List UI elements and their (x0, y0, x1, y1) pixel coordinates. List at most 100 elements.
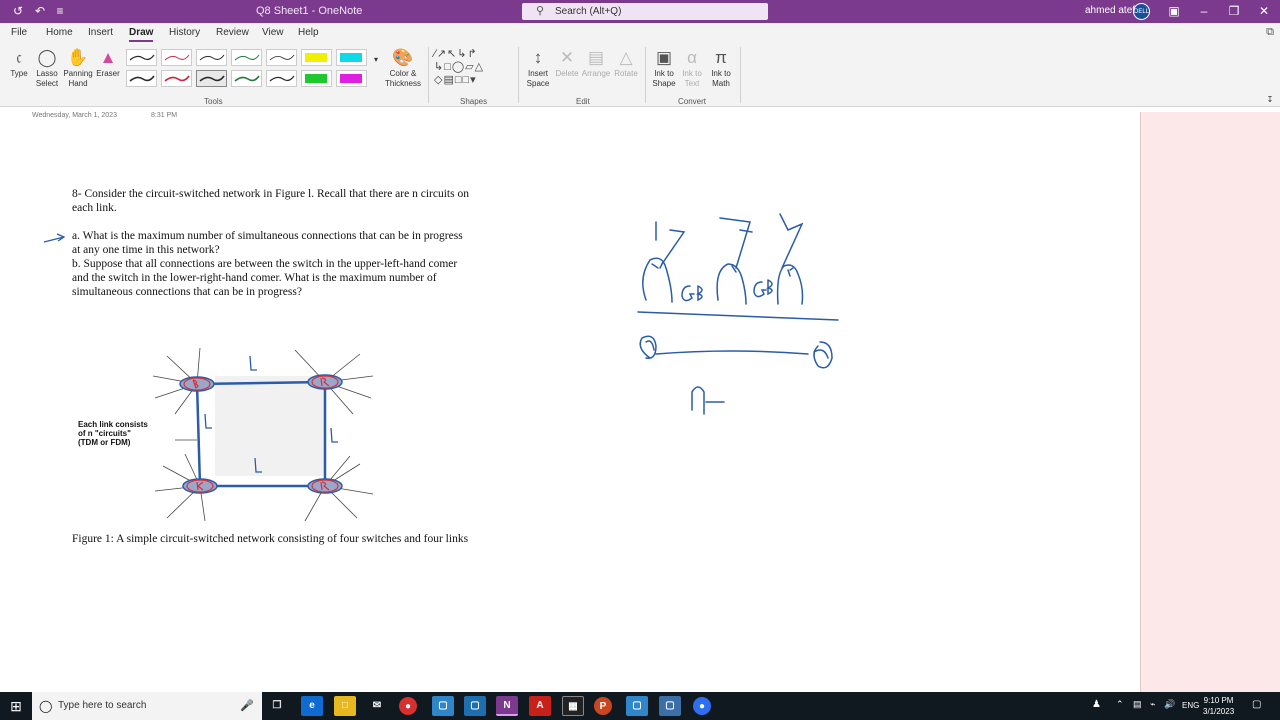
tab-view[interactable]: View (262, 27, 284, 38)
shape-line-icons[interactable]: ∕↗↖↳↱ (434, 48, 478, 60)
share-icon[interactable]: ⧉ (1266, 26, 1274, 39)
shapes-gallery[interactable]: ∕↗↖↳↱ ↳□◯▱△ ◇▤□□▾ (434, 48, 506, 88)
pen-6[interactable] (126, 70, 157, 87)
taskbar-search[interactable]: ◯ Type here to search 🎤 (32, 692, 262, 720)
shape-misc-icons[interactable]: ◇▤□□▾ (434, 74, 477, 86)
collapse-ribbon-icon[interactable]: ↧ (1264, 95, 1276, 105)
edge-icon[interactable]: e (301, 696, 323, 716)
page-navigation-pane[interactable] (1140, 112, 1280, 692)
microphone-icon[interactable]: 🎤 (240, 692, 254, 720)
mail-icon[interactable]: ✉ (366, 696, 388, 716)
tab-file[interactable]: File (11, 27, 27, 38)
ribbon-tabs: File Home Insert Draw History Review Vie… (0, 23, 1280, 43)
app-icon-blue-2[interactable]: ▢ (464, 696, 486, 716)
tab-help[interactable]: Help (298, 27, 319, 38)
ink-arrow-annotation (43, 233, 66, 243)
pen-10[interactable] (266, 70, 297, 87)
delete-button[interactable]: ✕ Delete (554, 47, 580, 79)
pen-5[interactable] (266, 49, 297, 66)
language-indicator[interactable]: ENG (1182, 701, 1199, 710)
powerpoint-icon[interactable]: P (594, 697, 612, 715)
ink-to-math-icon: π (715, 48, 727, 67)
tab-review[interactable]: Review (216, 27, 249, 38)
palette-icon: 🎨 (392, 48, 414, 67)
question-b[interactable]: b. Suppose that all connections are betw… (72, 257, 457, 299)
eraser-button[interactable]: ▲ Eraser (95, 47, 121, 79)
people-icon[interactable]: ♟ (1092, 699, 1101, 710)
ink-to-text-icon: α (687, 48, 697, 67)
calculator-icon[interactable]: ▦ (562, 696, 584, 716)
pen-gallery-more-icon[interactable]: ▾ (371, 55, 381, 65)
shape-box-icons[interactable]: ↳□◯▱△ (434, 61, 484, 73)
close-icon[interactable]: ✕ (1256, 3, 1272, 19)
ribbon-display-icon[interactable]: ▣ (1166, 3, 1182, 19)
restore-icon[interactable]: ❐ (1226, 3, 1242, 19)
task-view-icon[interactable]: ❐ (266, 696, 288, 716)
question-intro[interactable]: 8- Consider the circuit-switched network… (72, 187, 469, 215)
app-icon-blue-4[interactable]: ▢ (659, 696, 681, 716)
arrange-button[interactable]: ▤ Arrange (581, 47, 611, 79)
chevron-up-icon[interactable]: ⌃ (1116, 699, 1124, 710)
panning-hand-button[interactable]: ✋ Panning Hand (62, 47, 94, 89)
acrobat-icon[interactable]: A (529, 696, 551, 716)
chrome-icon[interactable]: ● (399, 697, 417, 715)
volume-icon[interactable]: 🔊 (1164, 699, 1175, 710)
ink-to-math-button[interactable]: π Ink to Math (707, 47, 735, 89)
title-bar: ↺ ↶ ≡ Q8 Sheet1 - OneNote ⚲ Search (Alt+… (0, 0, 1280, 23)
minimize-icon[interactable]: – (1196, 3, 1212, 19)
window-title: Q8 Sheet1 - OneNote (256, 5, 363, 17)
network-icon[interactable]: ▤ (1133, 699, 1142, 710)
question-a[interactable]: a. What is the maximum number of simulta… (72, 229, 463, 257)
pen-9[interactable] (231, 70, 262, 87)
tab-draw[interactable]: Draw (129, 27, 154, 42)
highlighter-yellow[interactable] (301, 49, 332, 66)
lasso-select-button[interactable]: ◯ Lasso Select (33, 47, 61, 89)
tab-history[interactable]: History (169, 27, 200, 38)
group-divider (428, 47, 429, 103)
tab-insert[interactable]: Insert (88, 27, 113, 38)
pen-7[interactable] (161, 70, 192, 87)
pen-2[interactable] (161, 49, 192, 66)
app-icon-blue-3[interactable]: ▢ (626, 696, 648, 716)
type-cursor-icon: 𝔠 (16, 48, 22, 67)
color-thickness-button[interactable]: 🎨 Color & Thickness (383, 47, 423, 89)
pen-1[interactable] (126, 49, 157, 66)
pen-8-selected[interactable] (196, 70, 227, 87)
edit-group-label: Edit (576, 97, 590, 106)
zoom-icon[interactable]: ● (693, 697, 711, 715)
pen-4[interactable] (231, 49, 262, 66)
network-figure (152, 347, 374, 522)
rotate-button[interactable]: △ Rotate (612, 47, 640, 79)
handwritten-sketch (637, 213, 839, 415)
onenote-icon[interactable]: N (496, 696, 518, 716)
clock[interactable]: 9:10 PM 3/1/2023 (1203, 695, 1234, 717)
eraser-icon: ▲ (99, 48, 117, 67)
undo-icon[interactable]: ↶ (32, 3, 48, 19)
wifi-icon[interactable]: ⌁ (1150, 699, 1155, 710)
user-name[interactable]: ahmed atef (1085, 5, 1135, 16)
insert-space-button[interactable]: ↕ Insert Space (524, 47, 552, 89)
page-time: 8:31 PM (151, 112, 178, 119)
group-divider (645, 47, 646, 103)
windows-taskbar: ⊞ ◯ Type here to search 🎤 ❐ e □ ✉ ● ▢ ▢ … (0, 692, 1280, 720)
highlighter-cyan[interactable] (336, 49, 367, 66)
pen-3[interactable] (196, 49, 227, 66)
convert-group-label: Convert (678, 97, 707, 106)
app-icon-blue-1[interactable]: ▢ (432, 696, 454, 716)
back-icon[interactable]: ↺ (10, 3, 26, 19)
search-box[interactable]: ⚲ Search (Alt+Q) (522, 3, 768, 20)
highlighter-magenta[interactable] (336, 70, 367, 87)
notification-icon[interactable]: ▢ (1252, 699, 1261, 710)
highlighter-green[interactable] (301, 70, 332, 87)
search-icon: ◯ (39, 699, 53, 713)
ink-to-shape-button[interactable]: ▣ Ink to Shape (650, 47, 678, 89)
shapes-group-label: Shapes (460, 97, 488, 106)
file-explorer-icon[interactable]: □ (334, 696, 356, 716)
avatar[interactable]: DELL (1133, 3, 1150, 20)
ink-to-text-button[interactable]: α Ink to Text (679, 47, 705, 89)
windows-start-icon[interactable]: ⊞ (0, 692, 32, 720)
note-page[interactable]: Wednesday, March 1, 2023 8:31 PM 8- Cons… (0, 108, 1140, 692)
tab-home[interactable]: Home (46, 27, 73, 38)
quick-access-dropdown-icon[interactable]: ≡ (52, 3, 68, 19)
type-button[interactable]: 𝔠 Type (6, 47, 32, 79)
